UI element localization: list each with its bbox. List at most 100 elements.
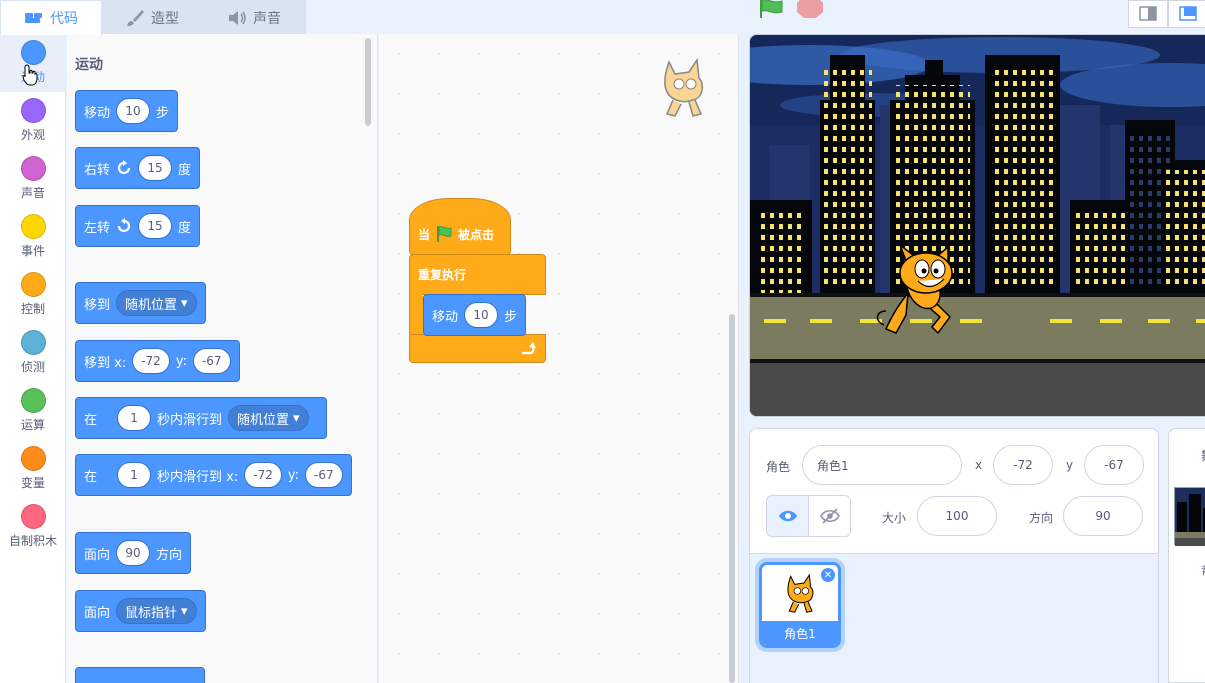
sprite-tile[interactable]: ✕ 角色1 bbox=[759, 562, 841, 648]
block-label: 秒内滑行到 bbox=[157, 412, 223, 428]
tab-code[interactable]: 代码 bbox=[0, 0, 102, 35]
y-input[interactable]: -67 bbox=[192, 348, 231, 374]
secs-input[interactable]: 1 bbox=[117, 462, 152, 488]
category-control-dot bbox=[20, 272, 46, 297]
chevron-down-icon: ▾ bbox=[181, 295, 188, 311]
category-events-label: 事件 bbox=[20, 244, 45, 258]
chevron-down-icon: ▾ bbox=[293, 410, 300, 426]
category-myblocks-dot bbox=[20, 504, 46, 529]
category-menu: 运动 外观 声音 事件 控制 侦测 运算 变量 自制积木 bbox=[0, 34, 66, 683]
secs-input[interactable]: 1 bbox=[117, 405, 152, 431]
degrees-input[interactable]: 15 bbox=[138, 213, 173, 239]
backdrop-thumbnail[interactable] bbox=[1174, 487, 1205, 546]
y-input[interactable]: -67 bbox=[304, 462, 343, 488]
large-stage-icon bbox=[1179, 6, 1197, 21]
sprite-name-label: 角色 bbox=[766, 460, 791, 474]
direction-label: 方向 bbox=[1029, 511, 1054, 525]
block-label: y: bbox=[287, 467, 299, 483]
category-myblocks-label: 自制积木 bbox=[8, 534, 57, 548]
block-goto-xy[interactable]: 移到 x: -72 y: -67 bbox=[75, 340, 240, 382]
script-area[interactable]: 当 被点击 重复执行 移动 10 步 bbox=[379, 34, 739, 683]
sprite-name-field[interactable]: 角色1 bbox=[802, 445, 962, 485]
block-label: 步 bbox=[156, 105, 170, 121]
block-label: 移动 bbox=[432, 309, 459, 325]
tab-costumes[interactable]: 造型 bbox=[101, 0, 203, 34]
block-turn-right[interactable]: 右转 15 度 bbox=[75, 147, 201, 189]
eye-icon bbox=[778, 510, 797, 522]
green-flag-button[interactable] bbox=[756, 0, 784, 18]
category-sensing[interactable]: 侦测 bbox=[0, 324, 66, 382]
block-point-direction[interactable]: 面向 90 方向 bbox=[75, 532, 192, 574]
glide-target-dropdown[interactable]: 随机位置 ▾ bbox=[228, 405, 309, 431]
goto-target-dropdown[interactable]: 随机位置 ▾ bbox=[116, 290, 197, 316]
degrees-input[interactable]: 15 bbox=[138, 155, 173, 181]
block-label: 度 bbox=[178, 220, 192, 236]
palette-scrollbar[interactable] bbox=[365, 38, 371, 126]
x-input[interactable]: -72 bbox=[244, 462, 282, 488]
hat-label-post: 被点击 bbox=[458, 228, 495, 242]
block-turn-left[interactable]: 左转 15 度 bbox=[75, 205, 201, 247]
y-label: y bbox=[1066, 458, 1074, 472]
hat-label-pre: 当 bbox=[418, 228, 431, 242]
forever-block[interactable]: 重复执行 bbox=[409, 254, 546, 295]
x-label: x bbox=[975, 458, 983, 472]
category-myblocks[interactable]: 自制积木 bbox=[0, 498, 66, 556]
direction-input[interactable]: 90 bbox=[116, 540, 151, 566]
category-sound-dot bbox=[20, 156, 46, 181]
category-operators-dot bbox=[20, 388, 46, 413]
hand-cursor-icon bbox=[22, 64, 38, 86]
speaker-icon bbox=[229, 10, 246, 25]
category-looks[interactable]: 外观 bbox=[0, 92, 66, 150]
block-goto[interactable]: 移到 随机位置 ▾ bbox=[75, 282, 206, 324]
sprite-watermark-icon bbox=[664, 57, 704, 117]
hide-sprite-button[interactable] bbox=[808, 495, 851, 537]
block-label: 移动 bbox=[84, 105, 111, 121]
code-icon bbox=[25, 13, 42, 23]
script-scrollbar[interactable] bbox=[729, 314, 735, 683]
stage-selector-pane[interactable]: 舞 背 bbox=[1168, 428, 1205, 683]
editor-tabs: 代码 造型 声音 bbox=[0, 0, 310, 35]
x-input[interactable]: -72 bbox=[132, 348, 170, 374]
y-field[interactable]: -67 bbox=[1084, 445, 1144, 485]
block-partial[interactable] bbox=[75, 667, 205, 683]
forever-block-bottom bbox=[409, 334, 546, 363]
block-label: 在 bbox=[84, 469, 98, 485]
sprite-list: ✕ 角色1 bbox=[750, 553, 1158, 683]
category-sound-label: 声音 bbox=[20, 186, 45, 200]
x-field[interactable]: -72 bbox=[993, 445, 1053, 485]
category-variables[interactable]: 变量 bbox=[0, 440, 66, 498]
large-stage-button[interactable] bbox=[1168, 0, 1205, 28]
size-field[interactable]: 100 bbox=[917, 496, 997, 536]
block-label: 秒内滑行到 x: bbox=[157, 469, 239, 485]
category-control[interactable]: 控制 bbox=[0, 266, 66, 324]
category-sensing-dot bbox=[20, 330, 46, 355]
forever-block-arm bbox=[409, 294, 423, 338]
category-sound[interactable]: 声音 bbox=[0, 150, 66, 208]
block-move-steps[interactable]: 移动 10 步 bbox=[75, 90, 179, 132]
stop-button[interactable] bbox=[796, 0, 824, 18]
script-move-block[interactable]: 移动 10 步 bbox=[423, 294, 527, 336]
stage-canvas[interactable] bbox=[749, 34, 1205, 417]
category-operators[interactable]: 运算 bbox=[0, 382, 66, 440]
size-label: 大小 bbox=[882, 511, 907, 525]
dropdown-value: 鼠标指针 bbox=[125, 605, 178, 621]
delete-sprite-icon[interactable]: ✕ bbox=[820, 567, 836, 583]
block-glide-to[interactable]: 在 1 秒内滑行到 随机位置 ▾ bbox=[75, 397, 327, 439]
steps-input[interactable]: 10 bbox=[464, 302, 499, 328]
block-label: 右转 bbox=[84, 162, 111, 178]
block-label: 面向 bbox=[84, 605, 111, 621]
point-target-dropdown[interactable]: 鼠标指针 ▾ bbox=[116, 598, 197, 624]
category-looks-dot bbox=[20, 98, 46, 123]
category-variables-dot bbox=[20, 446, 46, 471]
block-point-towards[interactable]: 面向 鼠标指针 ▾ bbox=[75, 590, 206, 632]
category-events[interactable]: 事件 bbox=[0, 208, 66, 266]
when-flag-clicked-block[interactable]: 当 被点击 bbox=[409, 198, 511, 255]
small-stage-button[interactable] bbox=[1128, 0, 1168, 28]
steps-input[interactable]: 10 bbox=[116, 98, 151, 124]
tab-sounds[interactable]: 声音 bbox=[202, 0, 306, 34]
direction-field[interactable]: 90 bbox=[1063, 496, 1143, 536]
block-label: 度 bbox=[178, 162, 192, 178]
show-sprite-button[interactable] bbox=[766, 495, 809, 537]
small-stage-icon bbox=[1139, 6, 1157, 21]
block-glide-xy[interactable]: 在 1 秒内滑行到 x: -72 y: -67 bbox=[75, 454, 352, 496]
